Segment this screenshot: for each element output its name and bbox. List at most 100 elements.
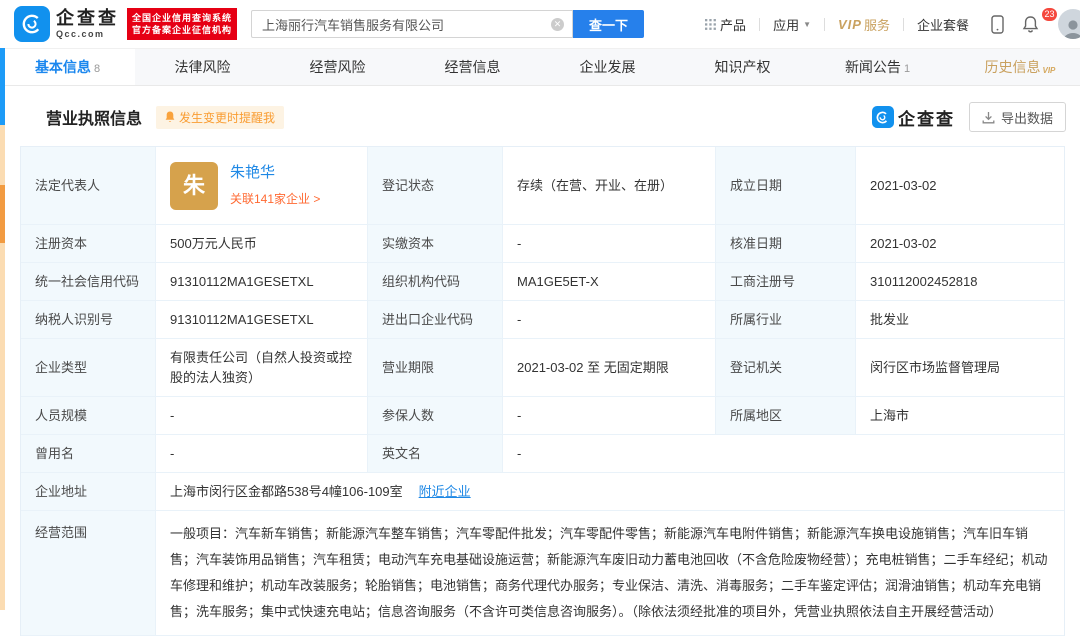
field-value: 2021-03-02 至 无固定期限 bbox=[503, 339, 716, 397]
field-value: - bbox=[503, 397, 716, 435]
grid-icon bbox=[705, 18, 720, 30]
notification-count-badge: 23 bbox=[1041, 7, 1058, 22]
field-label: 核准日期 bbox=[716, 225, 856, 263]
menu-app[interactable]: 应用 ▼ bbox=[760, 15, 824, 34]
strip-active-segment bbox=[0, 48, 5, 125]
vip-suffix-label: 服务 bbox=[863, 17, 890, 33]
strip-track bbox=[0, 243, 5, 610]
top-bar: 企查查 Qcc.com 全国企业信用查询系统 官方备案企业征信机构 ✕ 查一下 … bbox=[0, 0, 1080, 48]
field-label: 营业期限 bbox=[368, 339, 503, 397]
vip-badge: VIP bbox=[1042, 66, 1056, 75]
tab-operation-risk[interactable]: 经营风险 bbox=[270, 49, 405, 85]
field-value: 有限责任公司（自然人投资或控股的法人独资） bbox=[156, 339, 368, 397]
logo-domain: Qcc.com bbox=[56, 29, 105, 39]
export-data-button[interactable]: 导出数据 bbox=[968, 102, 1066, 132]
company-address: 上海市闵行区金都路538号4幢106-109室 bbox=[170, 483, 403, 499]
legal-representative-cell: 朱 朱艳华 关联141家企业 > bbox=[156, 147, 368, 225]
business-license-table: 法定代表人 朱 朱艳华 关联141家企业 > 登记状态 存续（在营、开业、在册）… bbox=[20, 146, 1065, 636]
tab-label: 基本信息 bbox=[34, 59, 91, 75]
field-label: 工商注册号 bbox=[716, 263, 856, 301]
tab-label: 法律风险 bbox=[174, 59, 231, 75]
field-value: 上海市 bbox=[856, 397, 1064, 435]
certification-badge: 全国企业信用查询系统 官方备案企业征信机构 bbox=[127, 8, 238, 40]
field-value: MA1GE5ET-X bbox=[503, 263, 716, 301]
field-label: 曾用名 bbox=[21, 435, 156, 473]
tab-news-announcements[interactable]: 新闻公告 1 bbox=[810, 49, 945, 85]
field-value: - bbox=[156, 435, 368, 473]
field-label: 成立日期 bbox=[716, 147, 856, 225]
search-button[interactable]: 查一下 bbox=[573, 10, 645, 38]
chevron-down-icon: ▼ bbox=[803, 19, 811, 29]
tab-intellectual-property[interactable]: 知识产权 bbox=[675, 49, 810, 85]
field-value: - bbox=[503, 301, 716, 339]
field-label: 人员规模 bbox=[21, 397, 156, 435]
tab-label: 知识产权 bbox=[714, 59, 771, 75]
export-button-label: 导出数据 bbox=[1000, 110, 1053, 126]
field-label: 所属地区 bbox=[716, 397, 856, 435]
menu-enterprise-package[interactable]: 企业套餐 bbox=[904, 15, 982, 34]
business-scope-text: 一般项目：汽车新车销售；新能源汽车整车销售；汽车零配件批发；汽车零配件零售；新能… bbox=[156, 511, 1064, 636]
field-value: 2021-03-02 bbox=[856, 147, 1064, 225]
strip-track bbox=[0, 125, 5, 185]
field-value: 91310112MA1GESETXL bbox=[156, 301, 368, 339]
field-value: 批发业 bbox=[856, 301, 1064, 339]
mobile-app-icon[interactable] bbox=[982, 14, 1013, 34]
field-label: 企业类型 bbox=[21, 339, 156, 397]
company-detail-tabs: 基本信息 8 法律风险 经营风险 经营信息 企业发展 知识产权 新闻公告 1 历史信… bbox=[0, 48, 1080, 86]
download-icon bbox=[982, 111, 995, 123]
field-label: 登记状态 bbox=[368, 147, 503, 225]
tab-count: 1 bbox=[903, 63, 911, 75]
field-label: 经营范围 bbox=[21, 511, 156, 636]
tab-basic-info[interactable]: 基本信息 8 bbox=[0, 49, 135, 85]
cert-line2: 官方备案企业征信机构 bbox=[132, 25, 233, 35]
tab-label: 新闻公告 bbox=[844, 59, 901, 75]
logo-name: 企查查 bbox=[56, 8, 119, 28]
tab-operation-info[interactable]: 经营信息 bbox=[405, 49, 540, 85]
tab-company-development[interactable]: 企业发展 bbox=[540, 49, 675, 85]
field-label: 组织机构代码 bbox=[368, 263, 503, 301]
field-value: 91310112MA1GESETXL bbox=[156, 263, 368, 301]
vip-label: VIP bbox=[838, 16, 862, 32]
menu-product[interactable]: 产品 bbox=[692, 15, 759, 34]
user-avatar[interactable] bbox=[1058, 9, 1080, 39]
field-label: 统一社会信用代码 bbox=[21, 263, 156, 301]
qcc-watermark-label: 企查查 bbox=[897, 109, 955, 129]
cert-line1: 全国企业信用查询系统 bbox=[132, 13, 233, 23]
strip-thumb bbox=[0, 185, 5, 243]
menu-vip-service[interactable]: VIP 服务 bbox=[825, 15, 903, 34]
legal-rep-name-link[interactable]: 朱艳华 bbox=[230, 163, 320, 183]
legal-rep-avatar[interactable]: 朱 bbox=[170, 161, 218, 210]
qcc-mini-icon bbox=[871, 106, 894, 128]
qcc-logo[interactable]: 企查查 Qcc.com bbox=[14, 6, 119, 42]
tab-legal-risk[interactable]: 法律风险 bbox=[135, 49, 270, 85]
field-label: 参保人数 bbox=[368, 397, 503, 435]
field-label: 法定代表人 bbox=[21, 147, 156, 225]
alert-badge-label: 发生变更时提醒我 bbox=[179, 110, 276, 125]
search-input[interactable] bbox=[260, 15, 552, 33]
field-label: 进出口企业代码 bbox=[368, 301, 503, 339]
related-companies-link[interactable]: 关联141家企业 > bbox=[230, 189, 320, 209]
nearby-companies-link[interactable]: 附近企业 bbox=[419, 482, 471, 502]
tab-label: 历史信息 bbox=[984, 59, 1041, 75]
field-value: 存续（在营、开业、在册） bbox=[503, 147, 716, 225]
side-scroll-strip[interactable] bbox=[0, 48, 5, 610]
field-value: 500万元人民币 bbox=[156, 225, 368, 263]
company-address-cell: 上海市闵行区金都路538号4幢106-109室 附近企业 bbox=[156, 473, 1064, 511]
tab-count: 8 bbox=[93, 63, 101, 75]
field-value: - bbox=[503, 225, 716, 263]
field-label: 纳税人识别号 bbox=[21, 301, 156, 339]
field-label: 实缴资本 bbox=[368, 225, 503, 263]
qcc-logo-icon bbox=[14, 6, 50, 42]
clear-search-icon[interactable]: ✕ bbox=[551, 17, 565, 31]
menu-app-label: 应用 bbox=[773, 17, 800, 33]
tab-history-info[interactable]: 历史信息 VIP bbox=[945, 49, 1080, 85]
change-alert-badge[interactable]: 发生变更时提醒我 bbox=[156, 105, 285, 129]
field-value: - bbox=[156, 397, 368, 435]
field-label: 所属行业 bbox=[716, 301, 856, 339]
tab-label: 经营风险 bbox=[309, 59, 366, 75]
field-label: 英文名 bbox=[368, 435, 503, 473]
field-value: 2021-03-02 bbox=[856, 225, 1064, 263]
alert-bell-icon bbox=[165, 111, 175, 122]
section-title: 营业执照信息 bbox=[46, 111, 143, 128]
notifications-bell-icon[interactable]: 23 bbox=[1013, 7, 1058, 33]
